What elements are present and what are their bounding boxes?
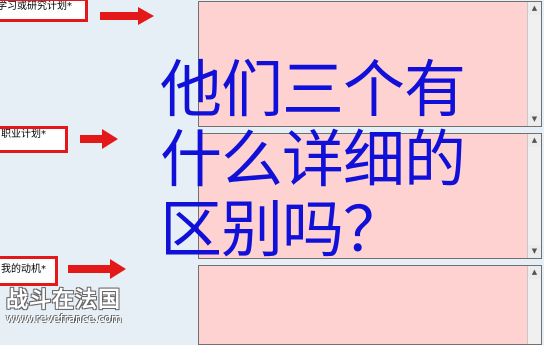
red-arrow-icon [80,129,118,149]
scrollbar[interactable]: ▲ [527,266,541,344]
scrollbar[interactable]: ▲ ▼ [527,2,541,126]
scrollbar[interactable]: ▲ ▼ [527,134,541,258]
watermark-text: 战斗在法国 [6,288,122,313]
question-line-3: 区别吗？ [160,193,405,266]
scroll-down-icon[interactable]: ▼ [528,113,541,126]
question-overlay: 他们三个有 什么详细的 区别吗？ [160,53,466,266]
motivation-textarea[interactable]: ▲ [198,265,542,345]
career-plan-label: 职业计划* [0,126,68,153]
scroll-up-icon[interactable]: ▲ [528,266,541,279]
scroll-down-icon[interactable]: ▼ [528,245,541,258]
scroll-up-icon[interactable]: ▲ [528,134,541,147]
watermark-url: www.revefrance.com [6,312,122,325]
study-plan-label: 学习或研究计划* [0,0,88,22]
red-arrow-icon [100,7,154,25]
question-line-1: 他们三个有 [160,53,466,126]
scroll-up-icon[interactable]: ▲ [528,2,541,15]
watermark: 战斗在法国 www.revefrance.com [6,282,122,325]
question-line-2: 什么详细的 [160,123,466,196]
red-arrow-icon [68,259,126,279]
